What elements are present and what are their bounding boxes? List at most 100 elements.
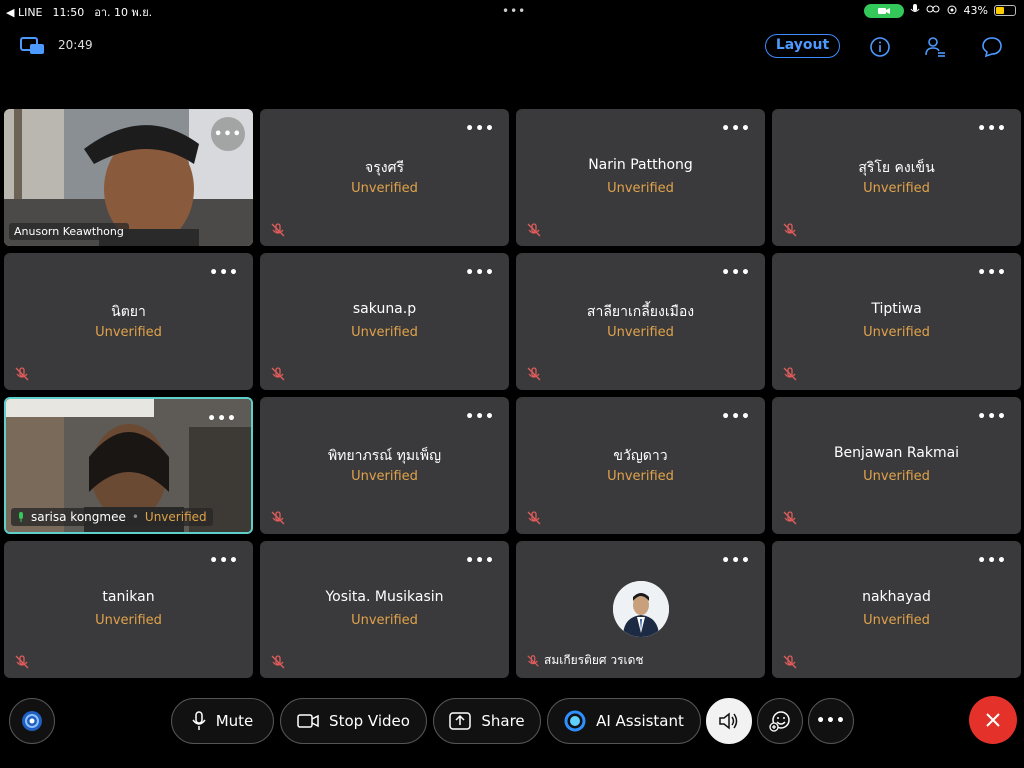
info-icon[interactable] xyxy=(867,34,893,60)
more-options-button[interactable]: ••• xyxy=(465,553,495,569)
verification-status: Unverified xyxy=(95,613,162,628)
mic-muted-icon xyxy=(15,655,29,669)
participant-tile[interactable]: ••• nakhayad Unverified xyxy=(772,541,1021,678)
participant-name: Yosita. Musikasin xyxy=(325,589,444,605)
participant-name: นิตยา xyxy=(111,304,146,320)
participant-tile[interactable]: ••• สุริโย คงเข็น Unverified xyxy=(772,109,1021,246)
stop-video-label: Stop Video xyxy=(329,712,410,730)
share-label: Share xyxy=(481,712,525,730)
chat-icon[interactable] xyxy=(979,34,1005,60)
screen-share-icon[interactable] xyxy=(20,36,46,60)
mic-muted-icon xyxy=(271,511,285,525)
speaker-button[interactable] xyxy=(706,698,752,744)
more-options-button[interactable]: ••• xyxy=(721,265,751,281)
participant-tile-active-speaker[interactable]: ••• sarisa kongmee • Unverified xyxy=(4,397,253,534)
more-options-button[interactable]: ••• xyxy=(209,265,239,281)
participant-name: tanikan xyxy=(102,589,155,605)
mic-muted-icon xyxy=(783,223,797,237)
mic-muted-icon xyxy=(271,223,285,237)
participants-icon[interactable] xyxy=(922,34,948,60)
mic-muted-icon xyxy=(783,511,797,525)
more-options-button[interactable]: ••• xyxy=(808,698,854,744)
participant-tile[interactable]: ••• พิทยาภรณ์ ทุมเพ็ญ Unverified xyxy=(260,397,509,534)
more-options-button[interactable]: ••• xyxy=(721,121,751,137)
more-options-button[interactable]: ••• xyxy=(465,409,495,425)
call-indicator-icon xyxy=(863,3,904,18)
participant-tile[interactable]: ••• จรุงศรี Unverified xyxy=(260,109,509,246)
verification-status: Unverified xyxy=(351,181,418,196)
participant-tile[interactable]: ••• สมเกียรติยศ วรเดช xyxy=(516,541,765,678)
participant-label: sarisa kongmee • Unverified xyxy=(11,508,213,526)
participant-name: สาลียาเกลี้ยงเมือง xyxy=(586,304,695,320)
ai-assistant-icon xyxy=(564,710,586,732)
verification-status: Unverified xyxy=(607,325,674,340)
stop-video-button[interactable]: Stop Video xyxy=(280,698,427,744)
participant-name: Anusorn Keawthong xyxy=(9,223,129,240)
location-icon[interactable] xyxy=(9,698,55,744)
speaking-icon xyxy=(19,512,23,522)
mic-muted-icon xyxy=(271,655,285,669)
more-options-button[interactable]: ••• xyxy=(977,553,1007,569)
verification-status: Unverified xyxy=(95,325,162,340)
participant-name: sarisa kongmee xyxy=(31,510,126,524)
participant-tile[interactable]: ••• Benjawan Rakmai Unverified xyxy=(772,397,1021,534)
participant-tile[interactable]: ••• Narin Patthong Unverified xyxy=(516,109,765,246)
more-options-button[interactable]: ••• xyxy=(207,411,237,427)
verification-status: Unverified xyxy=(144,510,207,524)
participant-name: พิทยาภรณ์ ทุมเพ็ญ xyxy=(327,448,442,464)
verification-status: Unverified xyxy=(863,469,930,484)
reactions-button[interactable] xyxy=(757,698,803,744)
participant-name: Benjawan Rakmai xyxy=(833,445,960,461)
participant-name: nakhayad xyxy=(862,589,931,605)
mic-muted-icon xyxy=(783,655,797,669)
wifi-icon xyxy=(946,4,958,17)
status-bar: ◀ LINE 11:50 อา. 10 พ.ย. ••• 43% xyxy=(0,0,1024,20)
more-options-button[interactable]: ••• xyxy=(977,265,1007,281)
more-options-button[interactable]: ••• xyxy=(209,553,239,569)
participant-name: ขวัญดาว xyxy=(613,448,668,464)
share-screen-icon xyxy=(449,712,472,730)
verification-status: Unverified xyxy=(607,181,674,196)
mic-muted-icon xyxy=(15,367,29,381)
verification-status: Unverified xyxy=(351,613,418,628)
more-options-button[interactable]: ••• xyxy=(465,121,495,137)
close-icon xyxy=(986,713,1000,727)
ai-assistant-button[interactable]: AI Assistant xyxy=(547,698,701,744)
ai-assistant-label: AI Assistant xyxy=(596,712,684,730)
avatar xyxy=(613,581,669,637)
leave-meeting-button[interactable] xyxy=(969,696,1017,744)
more-options-button[interactable]: ••• xyxy=(977,121,1007,137)
more-options-button[interactable]: ••• xyxy=(211,117,245,151)
participant-tile[interactable]: ••• Tiptiwa Unverified xyxy=(772,253,1021,390)
layout-button[interactable]: Layout xyxy=(765,34,840,58)
participant-tile[interactable]: ••• sakuna.p Unverified xyxy=(260,253,509,390)
participant-tile[interactable]: ••• tanikan Unverified xyxy=(4,541,253,678)
share-button[interactable]: Share xyxy=(433,698,541,744)
meeting-timer: 20:49 xyxy=(58,38,93,52)
battery-icon xyxy=(994,5,1016,16)
mic-muted-icon xyxy=(527,223,541,237)
more-options-button[interactable]: ••• xyxy=(465,265,495,281)
multitask-dots-icon[interactable]: ••• xyxy=(502,4,526,18)
verification-status: Unverified xyxy=(351,469,418,484)
more-options-button[interactable]: ••• xyxy=(977,409,1007,425)
more-options-button[interactable]: ••• xyxy=(721,409,751,425)
participant-tile[interactable]: ••• Yosita. Musikasin Unverified xyxy=(260,541,509,678)
participant-label: สมเกียรติยศ วรเดช xyxy=(526,651,644,670)
participant-tile[interactable]: ••• Anusorn Keawthong xyxy=(4,109,253,246)
back-to-app-link[interactable]: ◀ LINE xyxy=(6,6,43,19)
participant-tile[interactable]: ••• ขวัญดาว Unverified xyxy=(516,397,765,534)
mic-muted-icon xyxy=(527,654,539,667)
link-icon xyxy=(926,4,940,17)
video-camera-icon xyxy=(297,714,319,728)
meeting-toolbar: 20:49 Layout xyxy=(0,28,1024,64)
microphone-icon xyxy=(192,711,206,730)
mic-muted-icon xyxy=(527,511,541,525)
mute-button[interactable]: Mute xyxy=(171,698,274,744)
participant-tile[interactable]: ••• สาลียาเกลี้ยงเมือง Unverified xyxy=(516,253,765,390)
participant-tile[interactable]: ••• นิตยา Unverified xyxy=(4,253,253,390)
more-options-button[interactable]: ••• xyxy=(721,553,751,569)
verification-status: Unverified xyxy=(351,325,418,340)
mic-muted-icon xyxy=(783,367,797,381)
clock: 11:50 xyxy=(52,5,85,19)
